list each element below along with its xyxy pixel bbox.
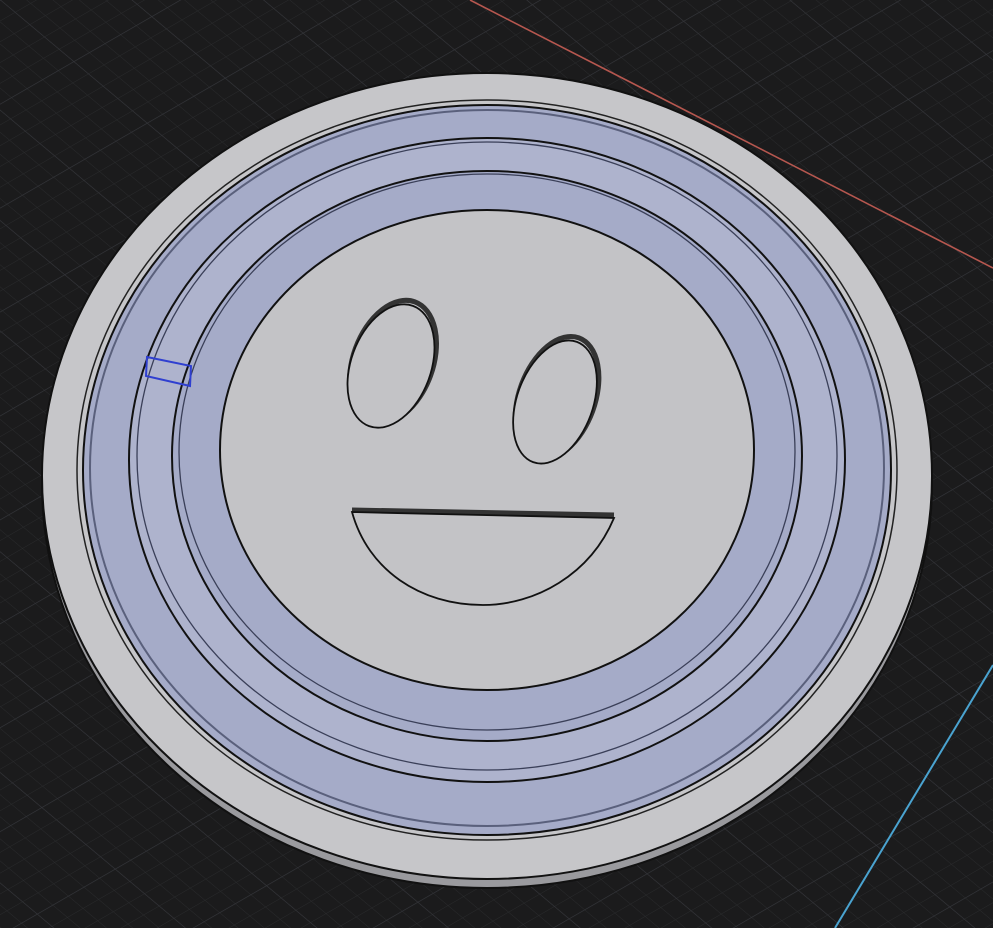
- viewport-canvas[interactable]: [0, 0, 993, 928]
- 3d-viewport[interactable]: [0, 0, 993, 928]
- face-disc[interactable]: [219, 209, 755, 691]
